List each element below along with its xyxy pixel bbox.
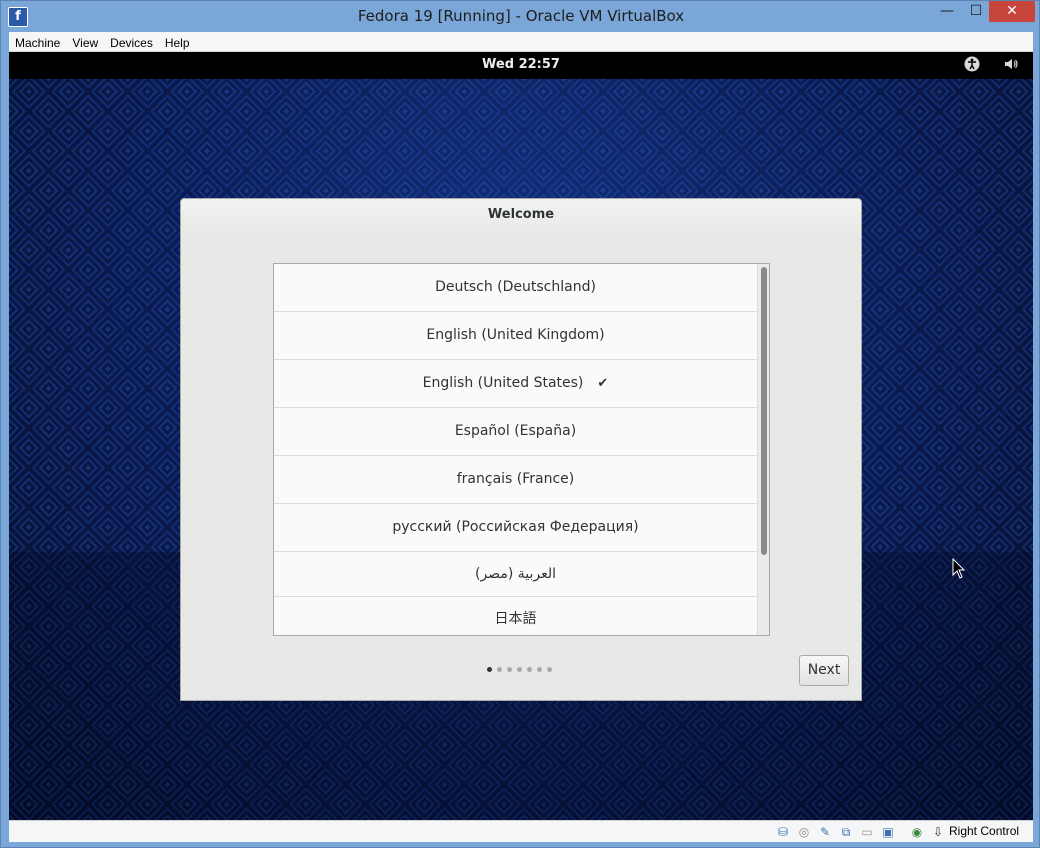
language-option[interactable]: English (United Kingdom) (274, 312, 757, 360)
close-button[interactable]: ✕ (989, 1, 1035, 22)
virtualbox-window: f Fedora 19 [Running] - Oracle VM Virtua… (0, 0, 1040, 848)
language-list[interactable]: Deutsch (Deutschland) English (United Ki… (273, 263, 770, 636)
minimize-button[interactable]: — (931, 1, 963, 22)
menu-help[interactable]: Help (159, 34, 196, 53)
language-option[interactable]: français (France) (274, 456, 757, 504)
usb-icon[interactable]: ✎ (817, 824, 833, 840)
next-button[interactable]: Next (799, 655, 849, 686)
dialog-header: Welcome (181, 199, 861, 235)
host-key-label: Right Control (949, 824, 1020, 838)
scrollbar-thumb[interactable] (761, 267, 767, 555)
language-option-selected[interactable]: English (United States) ✔ (274, 360, 757, 408)
language-label: English (United Kingdom) (426, 327, 605, 343)
guest-display[interactable]: Wed 22:57 Welcome Deutsch (Deutschland) … (9, 52, 1033, 820)
status-bar: ⛁ ◎ ✎ ⧉ ▭ ▣ ◉ ⇩ Right Control (9, 820, 1033, 842)
optical-drive-icon[interactable]: ◎ (796, 824, 812, 840)
language-option[interactable]: русский (Российская Федерация) (274, 504, 757, 552)
page-dot (507, 667, 512, 672)
menu-view[interactable]: View (66, 34, 104, 53)
page-dot (497, 667, 502, 672)
window-title: Fedora 19 [Running] - Oracle VM VirtualB… (357, 7, 685, 25)
title-bar[interactable]: f Fedora 19 [Running] - Oracle VM Virtua… (1, 1, 1040, 32)
gnome-top-bar: Wed 22:57 (9, 52, 1033, 79)
language-label: English (United States) (422, 375, 584, 391)
hard-disk-icon[interactable]: ⛁ (775, 824, 791, 840)
language-list-scrollbar[interactable] (757, 264, 769, 635)
menu-bar: Machine View Devices Help (9, 32, 1033, 52)
menu-devices[interactable]: Devices (104, 34, 159, 53)
clock[interactable]: Wed 22:57 (9, 57, 1033, 72)
video-capture-icon[interactable]: ▣ (880, 824, 896, 840)
welcome-dialog: Welcome Deutsch (Deutschland) English (U… (180, 198, 862, 701)
language-option[interactable]: Español (España) (274, 408, 757, 456)
language-label: Español (España) (454, 423, 577, 439)
language-label: français (France) (456, 471, 575, 487)
language-option[interactable]: 日本語 (274, 597, 757, 635)
maximize-button[interactable]: ☐ (961, 1, 991, 22)
page-dot-active (487, 667, 492, 672)
language-label: русский (Российская Федерация) (392, 519, 639, 535)
language-option[interactable]: العربية (مصر) (274, 552, 757, 597)
language-label: 日本語 (494, 611, 537, 627)
page-dot (537, 667, 542, 672)
accessibility-icon[interactable] (963, 56, 981, 74)
language-option[interactable]: Deutsch (Deutschland) (274, 264, 757, 312)
mouse-pointer-icon (952, 558, 966, 579)
language-label: Deutsch (Deutschland) (435, 279, 596, 295)
dialog-title: Welcome (487, 207, 555, 222)
check-icon: ✔ (597, 376, 609, 391)
menu-machine[interactable]: Machine (9, 34, 66, 53)
keyboard-capture-icon[interactable]: ⇩ (930, 824, 946, 840)
page-dot (517, 667, 522, 672)
volume-icon[interactable] (1002, 56, 1020, 74)
page-dot (547, 667, 552, 672)
mouse-integration-icon[interactable]: ◉ (909, 824, 925, 840)
page-dot (527, 667, 532, 672)
network-icon[interactable]: ⧉ (838, 824, 854, 840)
language-label: العربية (مصر) (475, 566, 556, 582)
shared-folders-icon[interactable]: ▭ (859, 824, 875, 840)
